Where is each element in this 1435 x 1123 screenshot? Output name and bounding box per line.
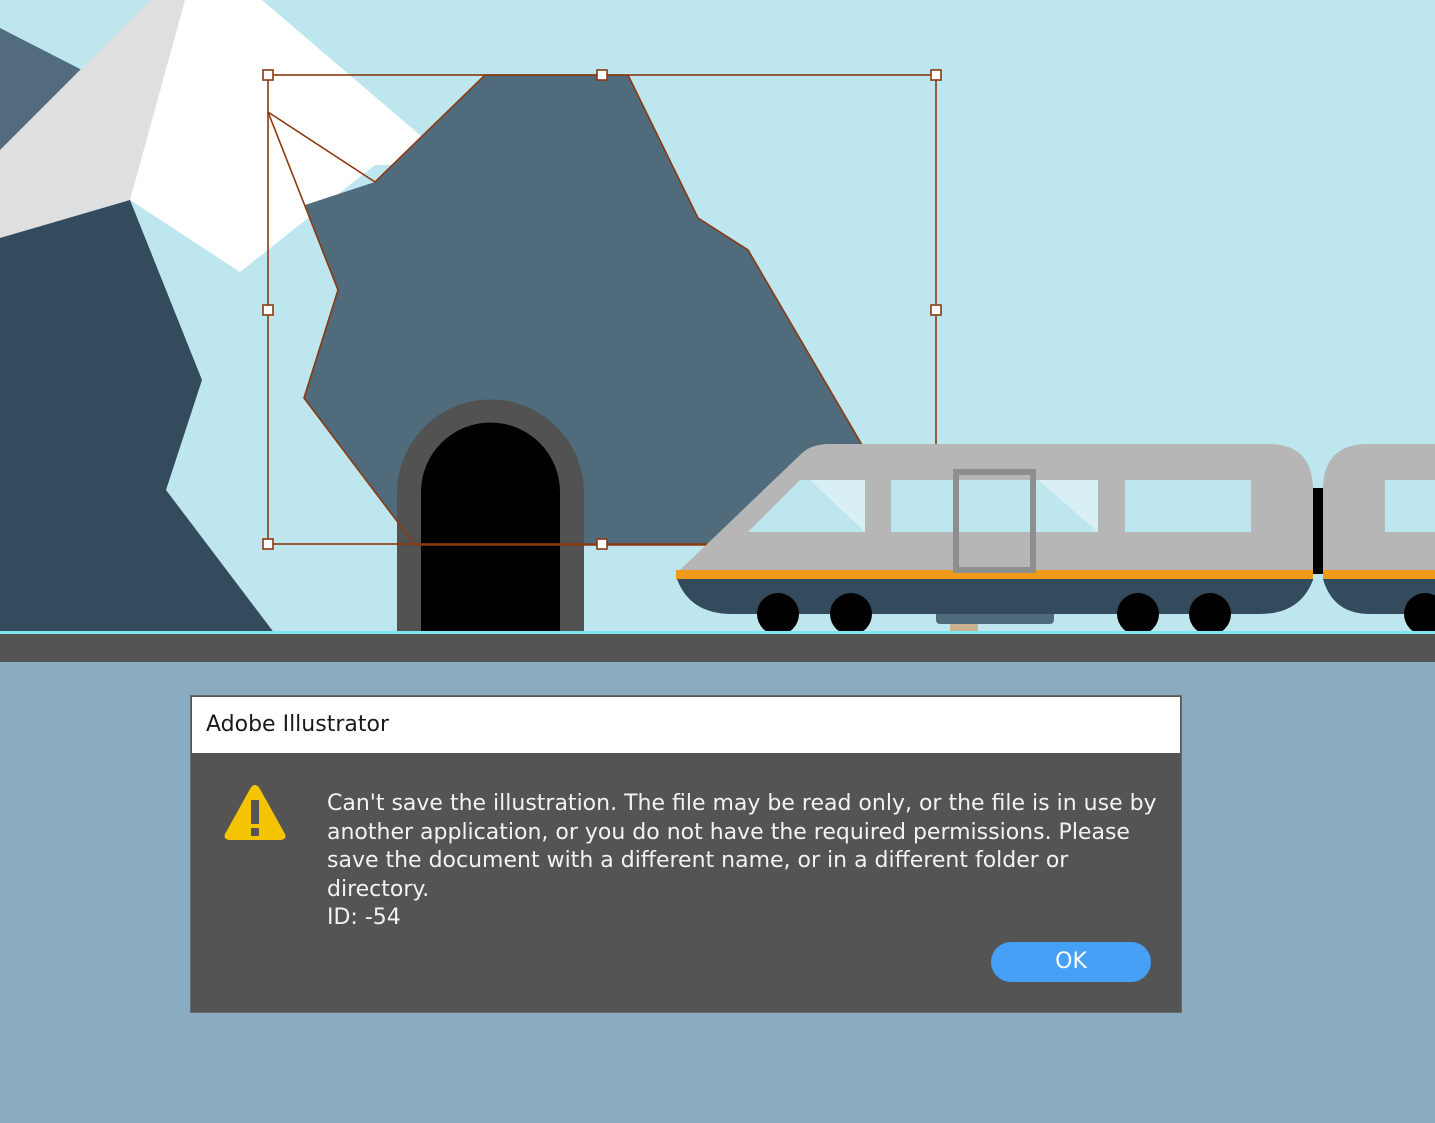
handle-bottom-center[interactable] [596, 538, 608, 550]
warning-icon [224, 785, 286, 840]
handle-top-left[interactable] [262, 69, 274, 81]
artboard-canvas[interactable] [0, 0, 1435, 662]
dialog-titlebar[interactable]: Adobe Illustrator [192, 697, 1180, 753]
error-dialog: Adobe Illustrator Can't save the illustr… [190, 695, 1182, 1013]
train-coupler [1313, 488, 1323, 574]
dialog-title: Adobe Illustrator [206, 712, 389, 737]
tunnel-opening [421, 422, 560, 634]
dialog-message: Can't save the illustration. The file ma… [327, 791, 1157, 930]
ground [0, 634, 1435, 662]
train-window-2 [1125, 480, 1251, 532]
train-wheel [757, 593, 799, 635]
illustrator-workspace: Adobe Illustrator Can't save the illustr… [0, 0, 1435, 1123]
carriage-stripe [1323, 570, 1435, 579]
handle-middle-right[interactable] [930, 304, 942, 316]
ok-button[interactable]: OK [991, 942, 1151, 982]
ground-line [0, 631, 1435, 634]
handle-top-right[interactable] [930, 69, 942, 81]
train-wheel [1117, 593, 1159, 635]
handle-top-center[interactable] [596, 69, 608, 81]
carriage-window [1385, 480, 1435, 532]
handle-bottom-left[interactable] [262, 538, 274, 550]
handle-middle-left[interactable] [262, 304, 274, 316]
train-wheel [830, 593, 872, 635]
train-wheel [1189, 593, 1231, 635]
